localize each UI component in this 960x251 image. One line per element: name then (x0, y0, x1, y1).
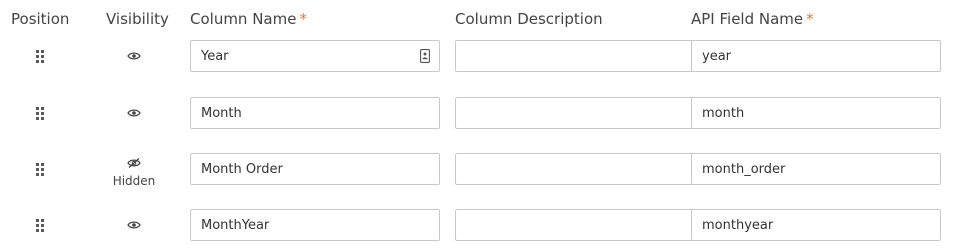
api-field-name-input[interactable] (692, 154, 940, 184)
header-visibility: Visibility (106, 10, 169, 28)
column-description-input[interactable] (456, 210, 692, 240)
column-description-input[interactable] (456, 154, 692, 184)
column-description-input[interactable] (456, 98, 692, 128)
column-name-input[interactable] (191, 154, 439, 184)
column-row (0, 209, 960, 243)
column-name-input[interactable] (191, 98, 439, 128)
visibility-toggle[interactable] (114, 40, 154, 74)
drag-handle-icon[interactable] (35, 50, 45, 64)
column-name-field[interactable] (190, 209, 440, 241)
drag-handle-icon[interactable] (35, 163, 45, 177)
column-row (0, 97, 960, 131)
drag-handle-icon[interactable] (35, 219, 45, 233)
api-field-name-field[interactable] (691, 209, 941, 241)
api-field-name-input[interactable] (692, 98, 940, 128)
api-field-name-input[interactable] (692, 210, 940, 240)
column-name-input[interactable] (191, 210, 439, 240)
api-field-name-input[interactable] (692, 41, 940, 71)
required-asterisk: * (806, 10, 814, 28)
eye-icon (127, 52, 141, 60)
column-description-field[interactable] (455, 153, 692, 185)
column-name-input[interactable] (191, 41, 439, 71)
column-name-field[interactable] (190, 97, 440, 129)
column-description-input[interactable] (456, 41, 692, 71)
header-position: Position (11, 10, 70, 28)
api-field-name-field[interactable] (691, 153, 941, 185)
column-description-field[interactable] (455, 97, 692, 129)
column-description-field[interactable] (455, 209, 692, 241)
visibility-toggle[interactable]: Hidden (113, 153, 155, 188)
visibility-hidden-label: Hidden (112, 174, 156, 188)
drag-handle-icon[interactable] (35, 107, 45, 121)
eye-slash-icon (127, 158, 141, 168)
api-field-name-field[interactable] (691, 40, 941, 72)
eye-icon (127, 109, 141, 117)
column-row (0, 40, 960, 74)
column-row: Hidden (0, 153, 960, 188)
visibility-toggle[interactable] (114, 97, 154, 131)
contact-card-icon[interactable] (420, 49, 430, 63)
header-column-description: Column Description (455, 10, 603, 28)
api-field-name-field[interactable] (691, 97, 941, 129)
header-column-name: Column Name * (190, 9, 307, 29)
required-asterisk: * (299, 10, 307, 28)
header-api-field-name: API Field Name * (691, 9, 814, 29)
column-name-field[interactable] (190, 40, 440, 72)
eye-icon (127, 221, 141, 229)
column-name-field[interactable] (190, 153, 440, 185)
header-column-name-label: Column Name (190, 10, 297, 28)
header-api-field-name-label: API Field Name (691, 10, 804, 28)
visibility-toggle[interactable] (114, 209, 154, 243)
column-description-field[interactable] (455, 40, 692, 72)
